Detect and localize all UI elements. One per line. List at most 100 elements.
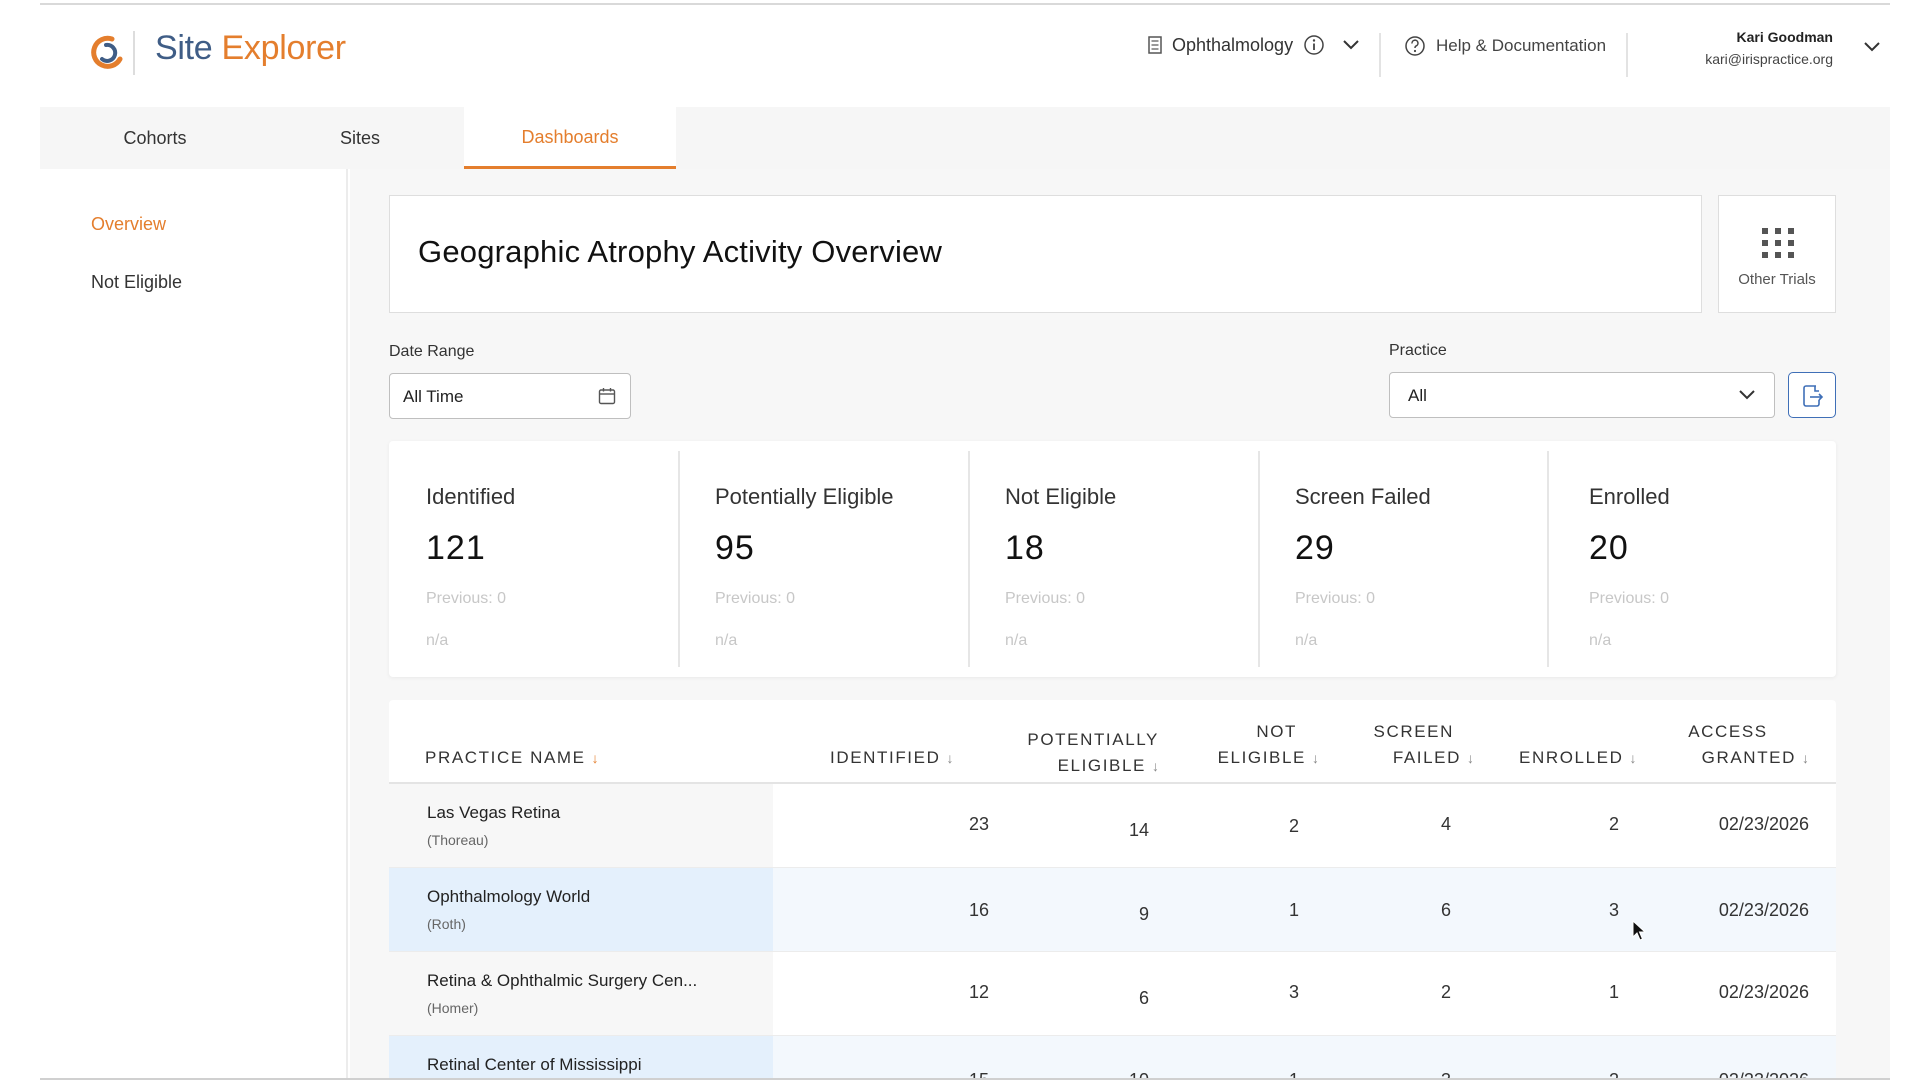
chevron-down-icon (1739, 390, 1755, 400)
brand-site-text: Site (155, 29, 213, 67)
sort-arrow-down-icon: ↓ (1467, 750, 1474, 766)
specialty-selector[interactable]: Ophthalmology (1148, 34, 1361, 56)
column-header-label: Granted (1701, 748, 1796, 767)
practice-name-cell: Retina & Ophthalmic Surgery Cen... (Home… (389, 952, 773, 1035)
sort-arrow-down-icon: ↓ (591, 750, 599, 766)
stat-value: 121 (426, 529, 486, 567)
grid-icon (1762, 228, 1794, 258)
practice-name-cell: Retinal Center of Mississippi (389, 1036, 773, 1080)
tab-dashboards[interactable]: Dashboards (464, 107, 676, 169)
sort-arrow-down-icon: ↓ (1312, 750, 1319, 766)
stat-change: n/a (426, 632, 449, 649)
user-menu[interactable]: Kari Goodman kari@irispractice.org (1650, 29, 1833, 67)
practice-name[interactable]: Las Vegas Retina (427, 803, 560, 823)
practice-label: Practice (1389, 342, 1447, 359)
dashboard-title-card: Geographic Atrophy Activity Overview (389, 195, 1702, 313)
practice-name-cell: Ophthalmology World (Roth) (389, 868, 773, 951)
user-chevron-down-icon[interactable] (1862, 41, 1882, 53)
stat-screen-failed: Screen Failed 29 Previous: 0 n/a (1258, 451, 1547, 667)
stat-divider (1258, 451, 1260, 667)
column-header-label: Not (1256, 722, 1297, 741)
column-header-identified[interactable]: Identified ↓ (830, 745, 953, 771)
cell-identified: 23 (968, 814, 989, 834)
sort-arrow-down-icon: ↓ (1802, 750, 1809, 766)
practice-contact: (Homer) (427, 1000, 479, 1016)
stat-divider (1547, 451, 1549, 667)
column-header-label: Screen (1373, 722, 1454, 741)
date-range-label: Date Range (389, 343, 475, 360)
table-row[interactable]: Retina & Ophthalmic Surgery Cen... (Home… (389, 952, 1836, 1036)
stat-change: n/a (715, 632, 738, 649)
stats-summary-card: Identified 121 Previous: 0 n/a Potential… (389, 441, 1836, 677)
column-header-potentially-eligible[interactable]: Potentially Eligible ↓ (999, 727, 1159, 779)
top-header: Site Explorer Ophthalmology Help & Docum… (40, 5, 1890, 107)
practice-name[interactable]: Retinal Center of Mississippi (427, 1055, 641, 1075)
cell-not-eligible: 1 (1288, 900, 1299, 920)
stat-change: n/a (1589, 632, 1612, 649)
column-header-label: Eligible (1057, 756, 1146, 775)
cell-not-eligible: 3 (1288, 982, 1299, 1002)
stat-previous: Previous: 0 (715, 590, 796, 607)
sidebar-item-not-eligible[interactable]: Not Eligible (91, 272, 182, 293)
brand-name[interactable]: Site Explorer (155, 29, 346, 68)
export-file-icon (1803, 385, 1824, 407)
stat-value: 20 (1589, 529, 1629, 567)
stat-change: n/a (1005, 632, 1028, 649)
column-header-label: Practice Name (425, 748, 586, 767)
help-label: Help & Documentation (1436, 36, 1607, 55)
sidebar-item-overview[interactable]: Overview (91, 214, 166, 235)
tab-sites[interactable]: Sites (290, 107, 430, 169)
column-header-label: Identified (830, 748, 941, 767)
user-email: kari@irispractice.org (1705, 51, 1833, 67)
stat-potentially-eligible: Potentially Eligible 95 Previous: 0 n/a (678, 451, 967, 667)
column-header-screen-failed[interactable]: Screen Failed ↓ (1349, 719, 1474, 771)
stat-previous: Previous: 0 (426, 590, 507, 607)
cell-potentially-eligible: 14 (1128, 820, 1149, 840)
tab-cohorts[interactable]: Cohorts (85, 107, 225, 169)
stat-label: Identified (426, 484, 516, 509)
column-header-label: Access (1688, 722, 1768, 741)
logo-divider (133, 31, 135, 75)
brand-explorer-text: Explorer (221, 29, 347, 67)
practice-name[interactable]: Retina & Ophthalmic Surgery Cen... (427, 971, 697, 991)
date-range-input[interactable]: All Time (389, 373, 631, 419)
practice-select[interactable]: All (1389, 372, 1775, 418)
site-explorer-logo-icon (91, 35, 123, 69)
cell-access-granted: 02/23/2026 (1718, 900, 1809, 920)
practice-name[interactable]: Ophthalmology World (427, 887, 590, 907)
practice-contact: (Roth) (427, 916, 466, 932)
stat-divider (678, 451, 680, 667)
stat-identified: Identified 121 Previous: 0 n/a (389, 451, 678, 667)
stat-previous: Previous: 0 (1589, 590, 1670, 607)
stat-label: Enrolled (1589, 484, 1670, 509)
page-title: Geographic Atrophy Activity Overview (418, 234, 943, 269)
help-documentation-link[interactable]: Help & Documentation (1404, 35, 1606, 57)
other-trials-button[interactable]: Other Trials (1718, 195, 1836, 313)
info-icon[interactable] (1303, 34, 1325, 56)
building-icon (1148, 36, 1162, 54)
column-header-label: Eligible (1217, 748, 1306, 767)
stat-previous: Previous: 0 (1295, 590, 1376, 607)
export-button[interactable] (1788, 372, 1836, 418)
cell-potentially-eligible: 6 (1138, 988, 1149, 1008)
column-header-practice-name[interactable]: Practice Name ↓ (425, 745, 599, 771)
cell-identified: 16 (968, 900, 989, 920)
header-separator (1626, 33, 1628, 77)
stat-not-eligible: Not Eligible 18 Previous: 0 n/a (968, 451, 1257, 667)
chevron-down-icon[interactable] (1341, 39, 1361, 51)
practice-name-cell: Las Vegas Retina (Thoreau) (389, 784, 773, 867)
calendar-icon[interactable] (598, 387, 616, 405)
column-header-enrolled[interactable]: Enrolled ↓ (1519, 745, 1636, 771)
column-header-not-eligible[interactable]: Not Eligible ↓ (1199, 719, 1319, 771)
table-row[interactable]: Ophthalmology World (Roth) 16 9 1 6 3 02… (389, 868, 1836, 952)
stat-divider (968, 451, 970, 667)
stat-value: 18 (1005, 529, 1045, 567)
table-row[interactable]: Retinal Center of Mississippi 15 10 1 3 … (389, 1036, 1836, 1080)
practice-value: All (1408, 386, 1427, 405)
table-row[interactable]: Las Vegas Retina (Thoreau) 23 14 2 4 2 0… (389, 784, 1836, 868)
stat-value: 29 (1295, 529, 1335, 567)
column-header-label: Potentially (1027, 730, 1159, 749)
stat-label: Not Eligible (1005, 484, 1117, 509)
cell-screen-failed: 6 (1440, 900, 1451, 920)
column-header-access-granted[interactable]: Access Granted ↓ (1659, 719, 1809, 771)
